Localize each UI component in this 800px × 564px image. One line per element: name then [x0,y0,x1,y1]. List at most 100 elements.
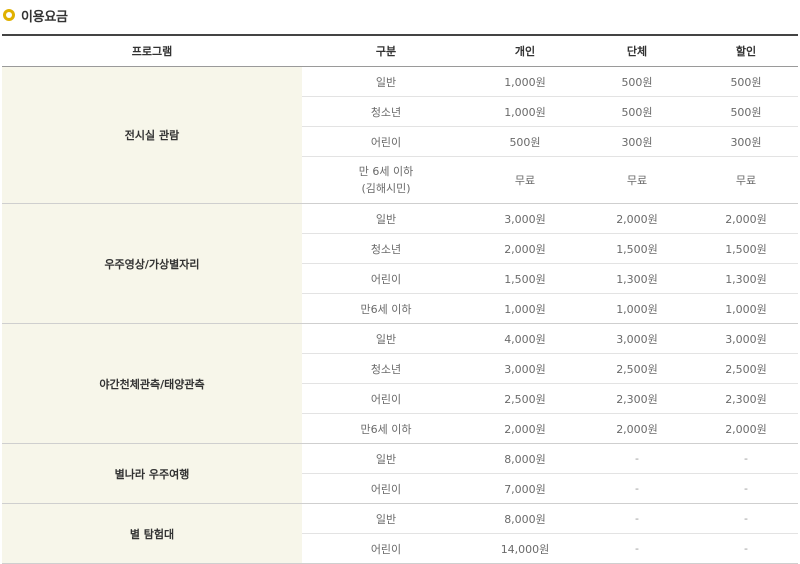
discount-fee-cell: - [694,443,798,474]
type-label: 청소년 [370,362,402,376]
group-fee-cell: 2,300원 [580,383,694,414]
program-cell: 전시실 관람 [2,66,302,204]
discount-fee-cell: - [694,533,798,564]
type-cell: 청소년 [302,353,470,384]
type-label: 만6세 이하 [360,422,412,436]
group-fee-cell: 1,300원 [580,263,694,294]
group-fee-cell: - [580,503,694,534]
type-label: 청소년 [370,105,402,119]
type-cell: 만6세 이하 [302,293,470,324]
type-cell: 만6세 이하 [302,413,470,444]
individual-fee-cell: 1,000원 [470,293,580,324]
group-fee-cell: - [580,533,694,564]
table-header-row: 프로그램 구분 개인 단체 할인 [2,34,798,67]
type-label: 일반 [375,332,397,346]
table-row: 전시실 관람 일반 1,000원 500원 500원 [2,66,798,204]
program-cell: 야간천체관측/태양관측 [2,323,302,444]
type-cell: 어린이 [302,383,470,414]
discount-fee-cell: 1,300원 [694,263,798,294]
type-cell: 어린이 [302,263,470,294]
individual-fee-cell: 1,000원 [470,96,580,127]
section-title: 이용요금 [21,10,68,25]
table-row: 우주영상/가상별자리 일반 3,000원 2,000원 2,000원 [2,203,798,324]
type-cell: 일반 [302,66,470,97]
group-fee-cell: 3,000원 [580,323,694,354]
header-discount: 할인 [694,34,798,67]
type-cell: 일반 [302,323,470,354]
table-row: 야간천체관측/태양관측 일반 4,000원 3,000원 3,000원 [2,323,798,444]
individual-fee-cell: 7,000원 [470,473,580,504]
type-cell: 어린이 [302,533,470,564]
discount-fee-cell: 500원 [694,96,798,127]
fee-table: 프로그램 구분 개인 단체 할인 전시실 관람 일반 1,000원 500원 500원 청… [2,34,798,564]
individual-fee-cell: 1,500원 [470,263,580,294]
section-header: 이용요금 [0,0,800,34]
type-label: 일반 [375,452,397,466]
type-label: 만 6세 이하 [358,165,414,178]
type-cell: 일반 [302,503,470,534]
table-row: 별나라 우주여행 일반 8,000원 - - [2,443,798,504]
individual-fee-cell: 8,000원 [470,443,580,474]
individual-fee-cell: 2,500원 [470,383,580,414]
type-cell: 어린이 [302,473,470,504]
type-label: 어린이 [370,542,402,556]
individual-fee-cell: 4,000원 [470,323,580,354]
type-label: 일반 [375,512,397,526]
discount-fee-cell: 2,500원 [694,353,798,384]
type-label: 일반 [375,75,397,89]
group-fee-cell: 2,000원 [580,413,694,444]
discount-fee-cell: 3,000원 [694,323,798,354]
individual-fee-cell: 8,000원 [470,503,580,534]
type-cell: 만 6세 이하 (김해시민) [302,156,470,204]
type-label: 일반 [375,212,397,226]
individual-fee-cell: 3,000원 [470,353,580,384]
discount-fee-cell: - [694,473,798,504]
program-cell: 별 탐험대 [2,503,302,564]
group-fee-cell: 500원 [580,66,694,97]
discount-fee-cell: - [694,503,798,534]
circle-icon [3,9,15,21]
group-fee-cell: 2,500원 [580,353,694,384]
type-label: 청소년 [370,242,402,256]
individual-fee-cell: 14,000원 [470,533,580,564]
type-cell: 일반 [302,203,470,234]
group-fee-cell: - [580,443,694,474]
group-fee-cell: 2,000원 [580,203,694,234]
program-cell: 우주영상/가상별자리 [2,203,302,324]
type-note: (김해시민) [361,182,411,195]
group-fee-cell: - [580,473,694,504]
type-label: 어린이 [370,392,402,406]
discount-fee-cell: 무료 [694,156,798,204]
individual-fee-cell: 무료 [470,156,580,204]
discount-fee-cell: 1,500원 [694,233,798,264]
type-cell: 청소년 [302,233,470,264]
header-individual: 개인 [470,34,580,67]
group-fee-cell: 1,000원 [580,293,694,324]
table-row: 별 탐험대 일반 8,000원 - - [2,503,798,564]
individual-fee-cell: 2,000원 [470,233,580,264]
individual-fee-cell: 500원 [470,126,580,157]
individual-fee-cell: 3,000원 [470,203,580,234]
header-type: 구분 [302,34,470,67]
type-label: 어린이 [370,482,402,496]
type-label: 만6세 이하 [360,302,412,316]
type-cell: 청소년 [302,96,470,127]
discount-fee-cell: 500원 [694,66,798,97]
type-label: 어린이 [370,135,402,149]
discount-fee-cell: 1,000원 [694,293,798,324]
group-fee-cell: 300원 [580,126,694,157]
group-fee-cell: 무료 [580,156,694,204]
type-label: 어린이 [370,272,402,286]
group-fee-cell: 1,500원 [580,233,694,264]
type-cell: 일반 [302,443,470,474]
header-program: 프로그램 [2,34,302,67]
header-group: 단체 [580,34,694,67]
group-fee-cell: 500원 [580,96,694,127]
individual-fee-cell: 1,000원 [470,66,580,97]
fee-table-body: 전시실 관람 일반 1,000원 500원 500원 청소년 1,000원 500원 500원 어… [2,66,798,564]
individual-fee-cell: 2,000원 [470,413,580,444]
type-cell: 어린이 [302,126,470,157]
discount-fee-cell: 2,300원 [694,383,798,414]
program-cell: 별나라 우주여행 [2,443,302,504]
discount-fee-cell: 2,000원 [694,203,798,234]
